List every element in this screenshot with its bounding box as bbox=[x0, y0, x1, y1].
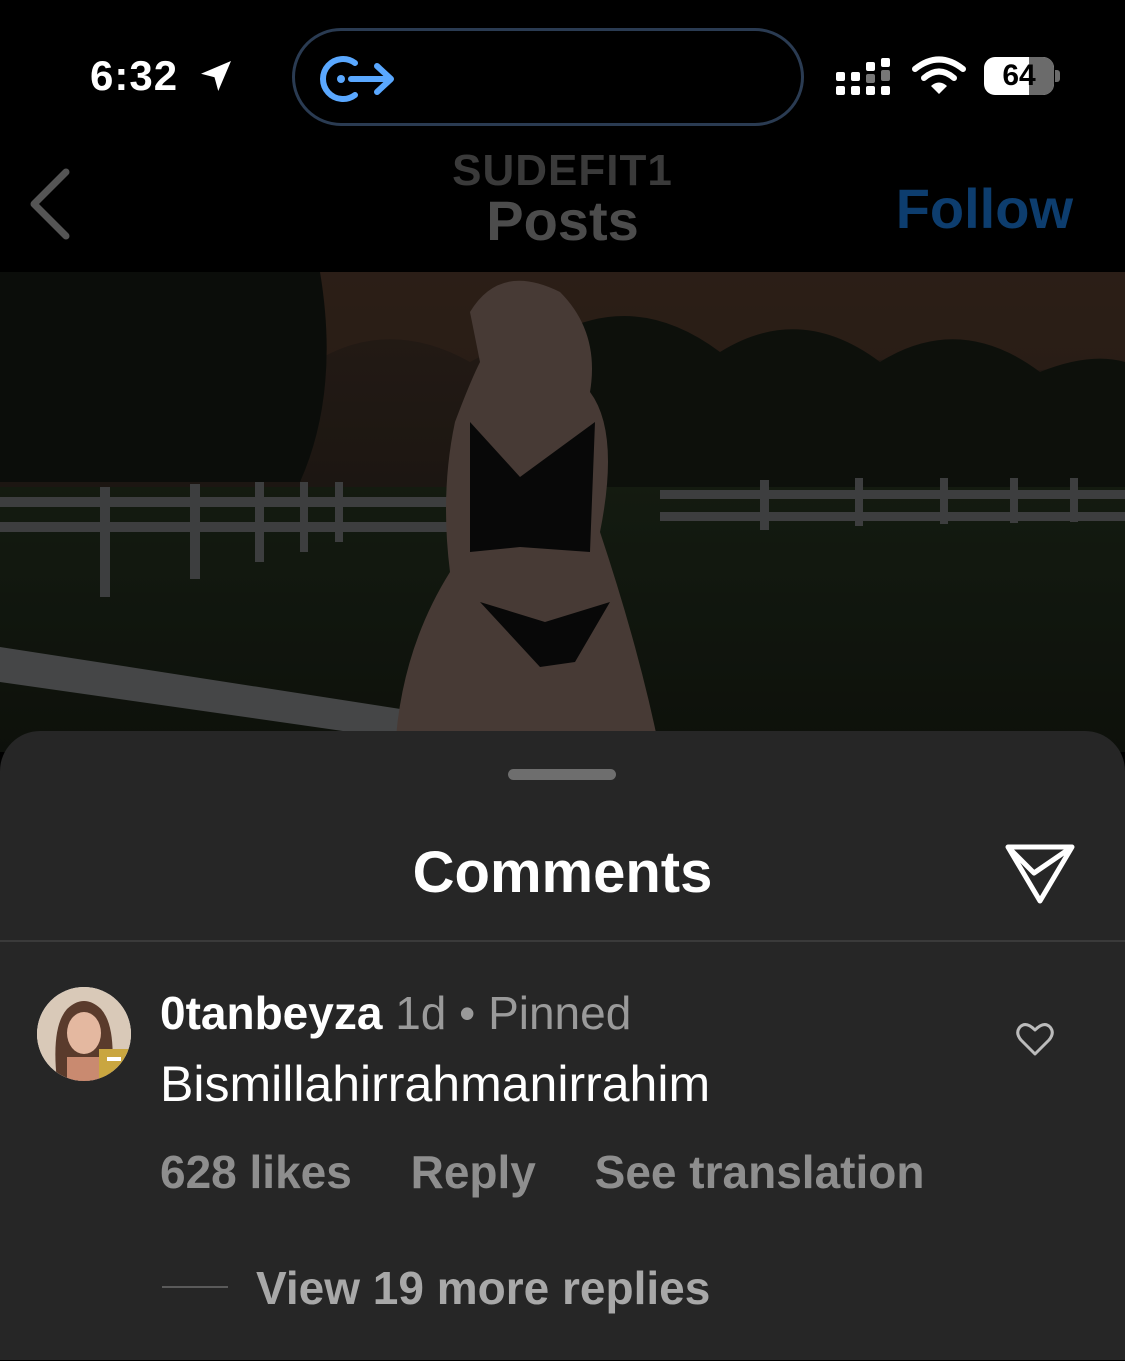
paper-plane-icon[interactable] bbox=[1004, 839, 1076, 905]
avatar-photo bbox=[37, 987, 131, 1081]
comments-title: Comments bbox=[412, 840, 713, 905]
comment-item: 0tanbeyza 1d • Pinned Bismillahirrahmani… bbox=[0, 971, 1125, 1361]
reply-button[interactable]: Reply bbox=[411, 1146, 536, 1198]
battery-indicator: 64 bbox=[984, 57, 1060, 95]
dynamic-island[interactable] bbox=[292, 28, 804, 126]
status-time: 6:32 bbox=[90, 52, 179, 99]
post-image-illustration bbox=[0, 272, 1125, 752]
comment-time: 1d bbox=[395, 987, 447, 1039]
meta-separator: • bbox=[459, 987, 476, 1039]
replies-divider-line bbox=[162, 1286, 228, 1288]
comments-sheet: Comments 0tanbeyza 1d • Pinned Bismillah… bbox=[0, 731, 1125, 1360]
battery-percentage: 64 bbox=[1002, 59, 1036, 92]
posts-header: SUDEFIT1 Posts Follow bbox=[0, 140, 1125, 272]
screen-share-icon bbox=[320, 56, 394, 102]
sheet-divider bbox=[0, 940, 1125, 942]
status-bar: 6:32 64 bbox=[0, 0, 1125, 140]
battery-tip bbox=[1055, 70, 1060, 82]
cellular-signal-icon bbox=[836, 58, 890, 95]
heart-icon[interactable] bbox=[1015, 1021, 1055, 1057]
comment-author[interactable]: 0tanbeyza bbox=[160, 987, 382, 1039]
avatar[interactable] bbox=[37, 987, 131, 1081]
comment-actions: 628 likes Reply See translation bbox=[160, 1145, 970, 1199]
likes-count[interactable]: 628 likes bbox=[160, 1146, 352, 1198]
sheet-drag-handle[interactable] bbox=[508, 769, 616, 780]
wifi-icon bbox=[912, 56, 966, 94]
view-more-replies-button[interactable]: View 19 more replies bbox=[256, 1261, 710, 1315]
battery-body: 64 bbox=[984, 57, 1054, 95]
comment-text: Bismillahirrahmanirrahim bbox=[160, 1056, 711, 1112]
post-image[interactable] bbox=[0, 272, 1125, 752]
follow-button[interactable]: Follow bbox=[896, 176, 1073, 241]
see-translation-button[interactable]: See translation bbox=[595, 1146, 925, 1198]
comment-meta: 0tanbeyza 1d • Pinned bbox=[160, 986, 631, 1040]
location-arrow-icon bbox=[201, 61, 231, 91]
pinned-label: Pinned bbox=[488, 987, 632, 1039]
